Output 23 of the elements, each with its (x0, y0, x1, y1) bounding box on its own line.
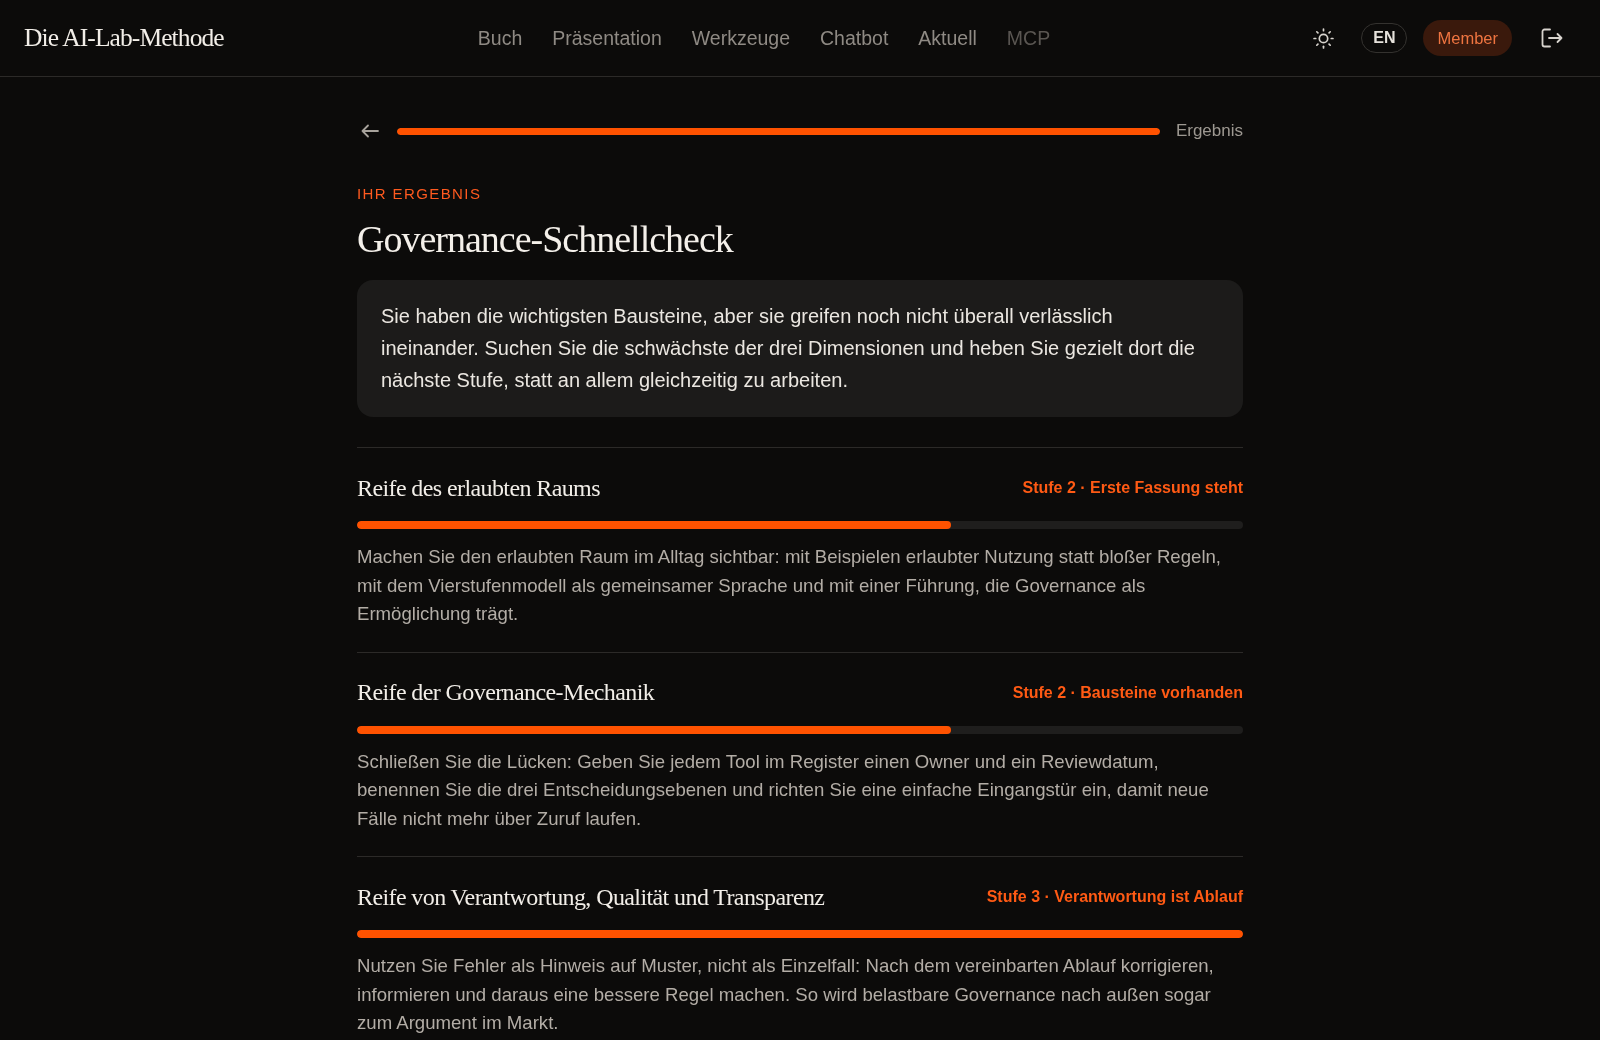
page-title: Governance-Schnellcheck (357, 217, 735, 262)
nav-link[interactable]: Werkzeuge (691, 26, 790, 50)
member-button[interactable]: Member (1423, 20, 1512, 56)
nav-link[interactable]: Buch (477, 26, 523, 50)
stage-label: Stufe 2 · Erste Fassung steht (1022, 479, 1243, 497)
dimension-title: Reife von Verantwortung, Qualität und Transparenz (357, 883, 825, 911)
eyebrow-label: IHR ERGEBNIS (357, 184, 483, 204)
sun-icon[interactable] (1313, 27, 1335, 49)
dimension-title: Reife der Governance-Mechanik (357, 679, 655, 706)
nav-link[interactable]: Aktuell (918, 26, 977, 50)
logout-icon[interactable] (1541, 28, 1563, 48)
stage-label: Stufe 3 · Verantwortung ist Ablauf (986, 888, 1243, 906)
stage-label: Stufe 2 · Bausteine vorhanden (1012, 683, 1243, 702)
dimension-title: Reife des erlaubten Raums (357, 474, 600, 502)
advice-text: Machen Sie den erlaubten Raum im Alltag sichtbar: mit Beispielen erlaubter Nutzung statt bloßer Regeln, mit dem Vierstufenmodell als gemeinsamer Sprache und mit einer Führung, die Governance als Ermöglichung trägt. (357, 545, 1223, 626)
site-logo[interactable]: Die AI-Lab-Methode (24, 23, 224, 53)
advice-text: Nutzen Sie Fehler als Hinweis auf Muster, nicht als Einzelfall: Nach dem vereinbarten Ablauf korrigieren, informieren und daraus eine bessere Regel machen. So wird belastbare Governance nach außen sogar zum Argument im Markt. (357, 954, 1215, 1035)
advice-text: Schließen Sie die Lücken: Geben Sie jedem Tool im Register einen Owner und ein Reviewdatum, benennen Sie die drei Entscheidungsebenen und richten Sie eine einfache Eingangstür ein, damit neue Fälle nicht mehr über Zuruf laufen. (357, 749, 1210, 831)
back-arrow-icon[interactable] (361, 124, 379, 138)
nav-link[interactable]: Chatbot (820, 26, 889, 50)
summary-text: Sie haben die wichtigsten Bausteine, aber sie greifen noch nicht überall verlässlich ineinander. Suchen Sie die schwächste der drei Dimensionen und heben Sie gezielt dort die nächste Stufe, statt an allem gleichzeitig zu arbeiten. (381, 304, 1196, 393)
step-label: Ergebnis (1175, 121, 1243, 141)
nav-link[interactable]: Präsentation (552, 26, 662, 50)
